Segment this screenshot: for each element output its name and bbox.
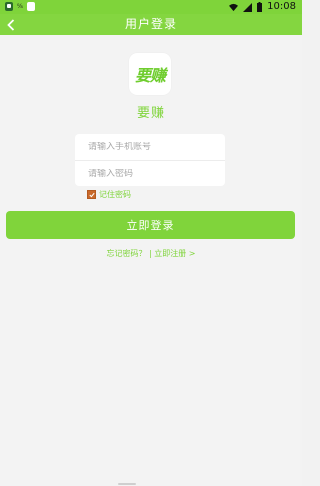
back-arrow-icon — [7, 18, 15, 31]
status-text: ⁰⁄₈ — [17, 3, 23, 10]
battery-icon — [257, 2, 263, 12]
back-button[interactable] — [2, 14, 20, 35]
link-separator: | — [149, 249, 152, 258]
register-link[interactable]: 立即注册 > — [154, 249, 195, 258]
app-notification-icon — [5, 2, 13, 11]
checkmark-icon — [88, 192, 95, 197]
login-button[interactable]: 立即登录 — [6, 211, 295, 239]
signal-icon — [243, 2, 253, 12]
password-input[interactable] — [88, 168, 208, 179]
password-field-row — [75, 160, 225, 186]
remember-password-toggle[interactable]: 记住密码 — [87, 190, 131, 199]
wifi-icon — [229, 3, 239, 11]
nav-bar: 用户登录 — [0, 14, 302, 35]
status-bar-left: ⁰⁄₈ — [5, 2, 35, 11]
remember-checkbox[interactable] — [87, 190, 96, 199]
phone-field-row — [75, 134, 225, 160]
login-form — [75, 134, 225, 186]
home-indicator — [118, 483, 136, 485]
login-screen: ⁰⁄₈ 10:08 用户登录 要赚 要赚 请输入手机账号 记住密码 立即登录 忘… — [0, 0, 302, 486]
status-bar-right: 10:08 — [229, 1, 296, 13]
sim-card-icon — [26, 2, 35, 11]
auth-links: 忘记密码？ | 立即注册 > — [0, 248, 302, 259]
page-title: 用户登录 — [124, 17, 177, 31]
phone-input[interactable] — [88, 142, 208, 152]
logo-text: 要赚 — [134, 66, 166, 85]
remember-label: 记住密码 — [99, 190, 131, 199]
app-name: 要赚 — [136, 106, 165, 121]
status-bar: ⁰⁄₈ 10:08 — [0, 0, 302, 14]
clock: 10:08 — [267, 1, 296, 12]
app-logo: 要赚 — [129, 53, 171, 95]
forgot-password-link[interactable]: 忘记密码？ — [106, 249, 146, 258]
